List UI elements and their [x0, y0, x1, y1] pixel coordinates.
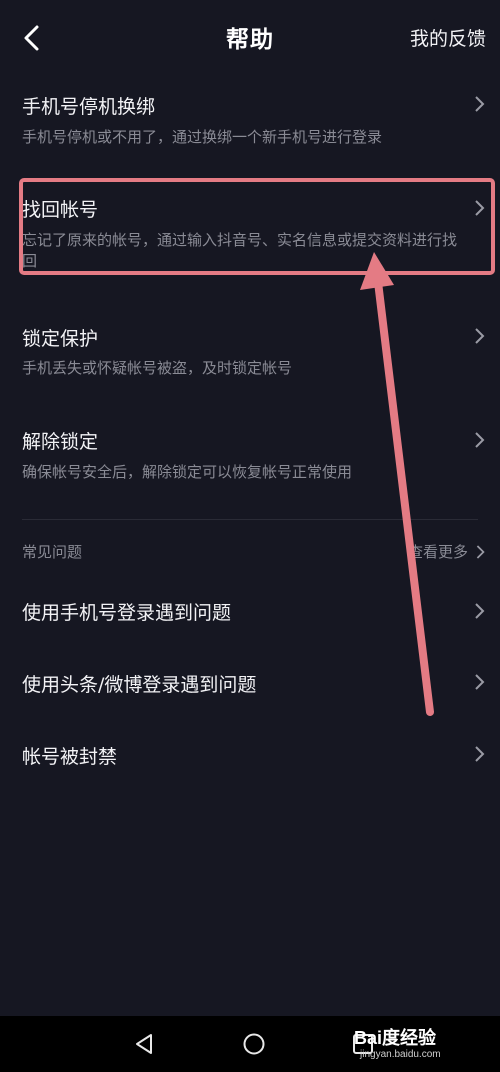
faq-item-title: 使用手机号登录遇到问题	[22, 602, 232, 624]
help-item-recover-account[interactable]: 找回帐号 忘记了原来的帐号，通过输入抖音号、实名信息或提交资料进行找回	[0, 185, 500, 280]
item-title: 解除锁定	[22, 431, 99, 453]
item-title: 手机号停机换绑	[22, 96, 156, 118]
item-title: 锁定保护	[22, 328, 99, 350]
header-bar: 帮助 我的反馈	[0, 0, 500, 76]
item-description: 手机丢失或怀疑帐号被盗，及时锁定帐号	[22, 359, 293, 377]
item-title: 找回帐号	[22, 199, 99, 221]
annotation-arrow	[360, 252, 434, 716]
chevron-right-icon	[475, 674, 485, 690]
item-description: 忘记了原来的帐号，通过输入抖音号、实名信息或提交资料进行找回	[22, 231, 458, 270]
help-item-lock-protection[interactable]: 锁定保护 手机丢失或怀疑帐号被盗，及时锁定帐号	[0, 312, 500, 392]
item-description: 手机号停机或不用了，通过换绑一个新手机号进行登录	[22, 128, 383, 146]
item-description: 确保帐号安全后，解除锁定可以恢复帐号正常使用	[22, 463, 353, 481]
watermark-url: jingyan.baidu.com	[360, 1049, 441, 1060]
faq-item-title: 使用头条/微博登录遇到问题	[22, 674, 257, 696]
chevron-right-icon	[475, 96, 485, 112]
chevron-right-icon	[475, 432, 485, 448]
faq-item-phone-login[interactable]: 使用手机号登录遇到问题	[0, 588, 500, 638]
faq-section-label: 常见问题	[22, 543, 83, 561]
chevron-right-icon	[476, 544, 485, 559]
section-divider	[22, 519, 478, 520]
faq-item-account-banned[interactable]: 帐号被封禁	[0, 732, 500, 782]
chevron-right-icon	[475, 200, 485, 216]
help-item-change-phone[interactable]: 手机号停机换绑 手机号停机或不用了，通过换绑一个新手机号进行登录	[0, 80, 500, 160]
triangle-back-icon[interactable]	[132, 1032, 156, 1056]
help-item-unlock[interactable]: 解除锁定 确保帐号安全后，解除锁定可以恢复帐号正常使用	[0, 417, 500, 497]
faq-item-title: 帐号被封禁	[22, 746, 118, 768]
baidu-jingyan-watermark: Bai度经验 jingyan.baidu.com	[354, 1016, 474, 1072]
my-feedback-link[interactable]: 我的反馈	[410, 24, 486, 51]
chevron-right-icon	[475, 603, 485, 619]
faq-item-toutiao-weibo-login[interactable]: 使用头条/微博登录遇到问题	[0, 660, 500, 710]
see-more-link[interactable]: 查看更多	[408, 541, 486, 562]
circle-home-icon[interactable]	[242, 1032, 266, 1056]
chevron-right-icon	[475, 328, 485, 344]
chevron-right-icon	[475, 746, 485, 762]
watermark-brand: Bai度经验	[354, 1028, 437, 1048]
see-more-label: 查看更多	[407, 543, 468, 561]
